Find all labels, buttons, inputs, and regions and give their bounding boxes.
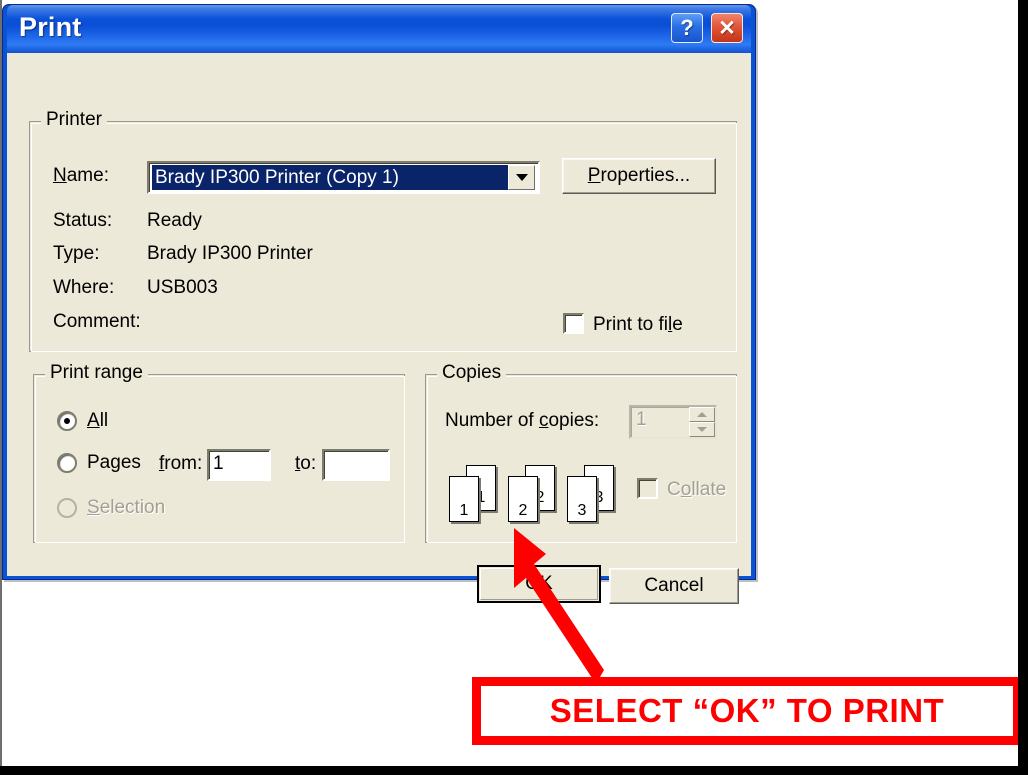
number-of-copies-value: 1: [636, 409, 647, 430]
callout-text: SELECT “OK” TO PRINT: [549, 692, 945, 729]
printer-type-value: Brady IP300 Printer: [147, 243, 313, 264]
page-border-bottom: [0, 766, 1028, 775]
instruction-page: Print ? ✕ Printer Name: Brady IP300 Prin…: [0, 0, 1028, 775]
ok-button-label: OK: [525, 573, 553, 594]
number-of-copies-label: Number of copies:: [445, 410, 600, 431]
chevron-down-icon[interactable]: [508, 165, 535, 190]
stepper-buttons: [689, 407, 715, 437]
close-icon[interactable]: ✕: [711, 13, 743, 43]
collate-page-pair: 2 2: [508, 465, 560, 523]
callout-box: SELECT “OK” TO PRINT: [472, 677, 1022, 745]
window-title: Print: [19, 12, 82, 42]
collate-sheet-front: 3: [567, 476, 597, 522]
dialog-body: Printer Name: Brady IP300 Printer (Copy …: [7, 53, 751, 604]
stepper-down-icon: [689, 422, 715, 437]
printer-status-value: Ready: [147, 210, 202, 231]
print-range-pages-label: Pages: [87, 452, 141, 473]
printer-name-value: Brady IP300 Printer (Copy 1): [152, 165, 508, 190]
printer-name-combobox[interactable]: Brady IP300 Printer (Copy 1): [147, 161, 540, 194]
print-range-selection-label: Selection: [87, 497, 166, 518]
stepper-up-icon: [689, 407, 715, 422]
help-icon[interactable]: ?: [671, 13, 703, 43]
properties-button[interactable]: Properties...: [562, 158, 716, 194]
triangle-up-shape: [697, 412, 707, 417]
caret-down-shape: [515, 174, 528, 181]
collate-sheet-number: 1: [459, 502, 469, 519]
print-range-pages-radio[interactable]: [57, 453, 77, 473]
print-range-selection-radio: [57, 498, 77, 518]
cancel-button-label: Cancel: [644, 575, 704, 596]
collate-label: Collate: [667, 479, 727, 500]
collate-illustration: 1 1 2 2 3 3: [449, 465, 619, 525]
print-range-all-radio[interactable]: [57, 411, 77, 431]
title-bar-gloss: [7, 5, 751, 19]
print-to-file-checkbox[interactable]: [563, 313, 584, 334]
cancel-button[interactable]: Cancel: [609, 568, 739, 604]
print-range-from-input[interactable]: 1: [207, 449, 271, 481]
copies-group-label: Copies: [437, 362, 507, 384]
collate-checkbox: [637, 478, 658, 499]
collate-sheet-number: 2: [518, 502, 528, 519]
page-border-right: [1018, 0, 1028, 775]
collate-sheet-front: 2: [508, 476, 538, 522]
printer-type-label: Type:: [53, 243, 100, 264]
print-range-to-input[interactable]: [322, 449, 390, 481]
print-range-group-label: Print range: [45, 362, 148, 384]
printer-name-label: Name:: [53, 165, 109, 186]
print-to-file-label: Print to file: [593, 314, 683, 335]
printer-group-label: Printer: [41, 109, 107, 131]
page-border-left: [0, 0, 2, 775]
collate-sheet-front: 1: [449, 476, 479, 522]
number-of-copies-stepper: 1: [629, 405, 717, 439]
printer-status-label: Status:: [53, 210, 113, 231]
print-range-to-label: to:: [295, 453, 317, 474]
print-dialog-window: Print ? ✕ Printer Name: Brady IP300 Prin…: [2, 4, 756, 604]
printer-comment-label: Comment:: [53, 311, 141, 332]
ok-button[interactable]: OK: [477, 565, 601, 603]
collate-sheet-number: 3: [577, 502, 587, 519]
printer-where-label: Where:: [53, 277, 115, 298]
collate-page-pair: 3 3: [567, 465, 619, 523]
title-bar: Print ? ✕: [7, 5, 751, 53]
properties-button-label: Properties...: [587, 165, 691, 186]
printer-where-value: USB003: [147, 277, 218, 298]
radio-selected-dot: [64, 418, 70, 424]
triangle-down-shape: [697, 427, 707, 432]
print-range-from-label: from:: [159, 453, 203, 474]
print-range-all-label: All: [87, 410, 109, 431]
collate-page-pair: 1 1: [449, 465, 501, 523]
